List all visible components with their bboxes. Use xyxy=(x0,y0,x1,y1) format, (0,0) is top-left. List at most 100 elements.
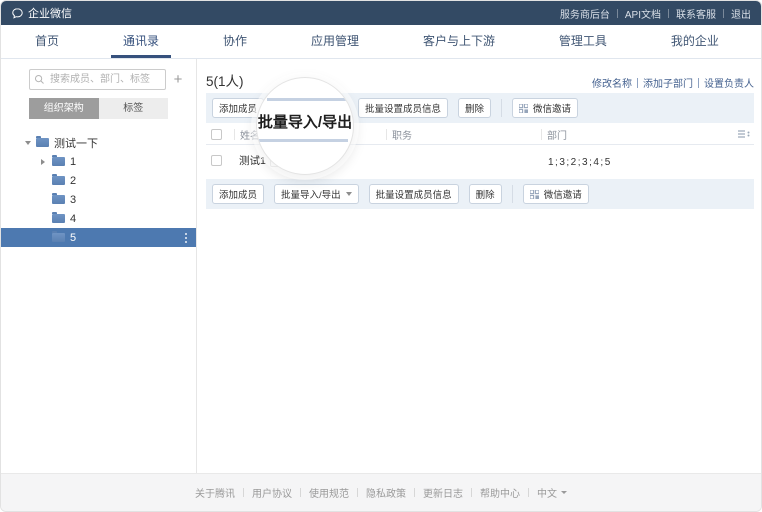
tree-item-2[interactable]: 2 xyxy=(1,171,196,190)
folder-icon xyxy=(36,136,49,147)
divider xyxy=(528,488,529,497)
member-department: 1;3;2;3;4;5 xyxy=(548,156,612,168)
divider xyxy=(511,185,513,203)
column-department: 部门 xyxy=(547,130,567,142)
rename-link[interactable]: 修改名称 xyxy=(592,75,632,90)
qr-code-icon xyxy=(519,103,529,113)
folder-icon xyxy=(52,155,65,166)
more-options-icon[interactable] xyxy=(185,236,187,239)
set-manager-link[interactable]: 设置负责人 xyxy=(704,75,754,90)
search-wrap xyxy=(29,69,166,90)
content-area: + 组织架构 标签 测试一下 1 xyxy=(1,59,761,473)
folder-icon xyxy=(52,212,65,223)
topbar-links: 服务商后台 API文档 联系客服 退出 xyxy=(560,6,751,21)
delete-button[interactable]: 删除 xyxy=(458,98,492,118)
tree-item-label: 3 xyxy=(70,193,77,206)
nav-tab-home[interactable]: 首页 xyxy=(23,25,71,58)
about-tencent-link[interactable]: 关于腾讯 xyxy=(195,485,235,500)
privacy-policy-link[interactable]: 隐私政策 xyxy=(366,485,406,500)
divider xyxy=(471,488,472,497)
nav-tab-my-company[interactable]: 我的企业 xyxy=(659,25,731,58)
changelog-link[interactable]: 更新日志 xyxy=(423,485,463,500)
batch-set-info-button[interactable]: 批量设置成员信息 xyxy=(368,184,459,204)
divider xyxy=(616,8,618,18)
tree-item-root[interactable]: 测试一下 xyxy=(1,133,196,152)
contact-support-link[interactable]: 联系客服 xyxy=(676,6,716,21)
sidebar-add-button[interactable]: + xyxy=(166,69,190,90)
divider xyxy=(723,8,724,18)
wechat-invite-button[interactable]: 微信邀请 xyxy=(522,184,589,204)
tree-item-label: 测试一下 xyxy=(54,137,98,150)
caret-right-icon[interactable] xyxy=(41,158,45,165)
nav-tab-app-management[interactable]: 应用管理 xyxy=(299,25,371,58)
search-icon xyxy=(34,74,44,84)
batch-set-info-button[interactable]: 批量设置成员信息 xyxy=(358,98,449,118)
tab-labels[interactable]: 标签 xyxy=(98,98,168,119)
chat-bubble-icon xyxy=(12,7,23,19)
nav-tab-contacts[interactable]: 通讯录 xyxy=(110,25,171,58)
nav-tab-customers[interactable]: 客户与上下游 xyxy=(411,25,507,58)
main-nav: 首页 通讯录 协作 应用管理 客户与上下游 管理工具 我的企业 xyxy=(1,25,761,59)
divider xyxy=(637,77,638,88)
tree-item-label: 2 xyxy=(70,174,77,187)
search-row: + xyxy=(1,69,196,90)
department-title: 5(1人) xyxy=(206,74,244,89)
column-settings-icon[interactable] xyxy=(728,129,754,139)
api-docs-link[interactable]: API文档 xyxy=(625,6,661,21)
chevron-down-icon xyxy=(345,192,352,196)
tree-item-label: 5 xyxy=(70,231,77,244)
add-sub-department-link[interactable]: 添加子部门 xyxy=(643,75,693,90)
tree-item-3[interactable]: 3 xyxy=(1,190,196,209)
tree-item-4[interactable]: 4 xyxy=(1,209,196,228)
select-all-checkbox[interactable] xyxy=(211,128,222,140)
sidebar-tabs: 组织架构 标签 xyxy=(29,98,168,119)
member-name: 测试1 xyxy=(239,155,266,167)
folder-icon xyxy=(52,174,65,185)
magnifier-overlay: 批量导入/导出 xyxy=(256,77,354,175)
brand-name: 企业微信 xyxy=(28,8,72,20)
logout-link[interactable]: 退出 xyxy=(731,6,751,21)
divider xyxy=(243,488,244,497)
nav-tab-collaboration[interactable]: 协作 xyxy=(211,25,259,58)
topbar: 企业微信 服务商后台 API文档 联系客服 退出 xyxy=(1,1,761,25)
divider xyxy=(357,488,358,497)
batch-import-export-button[interactable]: 批量导入/导出 xyxy=(274,184,359,204)
folder-icon xyxy=(52,193,65,204)
user-agreement-link[interactable]: 用户协议 xyxy=(252,485,292,500)
wechat-invite-button[interactable]: 微信邀请 xyxy=(512,98,579,118)
main-panel: 5(1人) 修改名称 添加子部门 设置负责人 添加成员 批量设置成员信息 删除 xyxy=(197,59,761,473)
divider xyxy=(668,8,669,18)
add-member-button[interactable]: 添加成员 xyxy=(212,184,265,204)
magnified-border-top xyxy=(267,98,353,101)
tree-item-5[interactable]: 5 xyxy=(1,228,196,247)
provider-console-link[interactable]: 服务商后台 xyxy=(560,6,610,21)
tree-item-label: 1 xyxy=(70,155,77,168)
usage-rules-link[interactable]: 使用规范 xyxy=(309,485,349,500)
column-position: 职务 xyxy=(392,130,412,142)
org-tree: 测试一下 1 2 3 4 5 xyxy=(1,133,196,247)
app-window: 企业微信 服务商后台 API文档 联系客服 退出 首页 通讯录 协作 应用管理 … xyxy=(0,0,762,512)
toolbar-bottom: 添加成员 批量导入/导出 批量设置成员信息 删除 微信邀请 xyxy=(206,179,754,209)
magnified-border-bottom xyxy=(257,139,348,142)
department-actions: 修改名称 添加子部门 设置负责人 xyxy=(592,75,754,90)
brand-logo: 企业微信 xyxy=(11,5,72,21)
tree-item-1[interactable]: 1 xyxy=(1,152,196,171)
folder-icon xyxy=(52,231,65,242)
delete-button[interactable]: 删除 xyxy=(468,184,502,204)
magnified-label: 批量导入/导出 xyxy=(257,114,353,131)
divider xyxy=(300,488,301,497)
tab-org-structure[interactable]: 组织架构 xyxy=(29,98,99,119)
row-checkbox[interactable] xyxy=(211,155,222,166)
tree-item-label: 4 xyxy=(70,212,77,225)
language-selector[interactable]: 中文 xyxy=(537,485,567,500)
help-center-link[interactable]: 帮助中心 xyxy=(480,485,520,500)
qr-code-icon xyxy=(529,189,539,199)
caret-down-icon[interactable] xyxy=(25,140,31,145)
divider xyxy=(501,99,503,117)
search-input[interactable] xyxy=(29,69,166,90)
nav-tab-admin-tools[interactable]: 管理工具 xyxy=(547,25,619,58)
chevron-down-icon xyxy=(561,491,567,494)
divider xyxy=(698,77,699,88)
footer: 关于腾讯 用户协议 使用规范 隐私政策 更新日志 帮助中心 中文 xyxy=(1,473,761,511)
sidebar: + 组织架构 标签 测试一下 1 xyxy=(1,59,197,473)
